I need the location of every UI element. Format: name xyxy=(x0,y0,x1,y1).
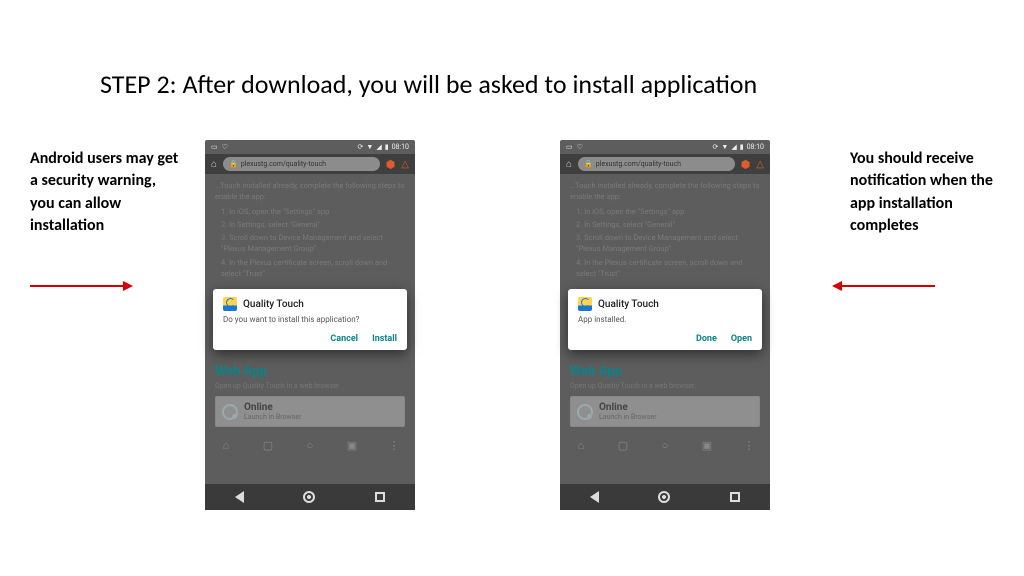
notification-icon: ▭ xyxy=(211,143,218,151)
tabs-icon[interactable]: ▣ xyxy=(345,439,359,452)
wifi-icon: ▼ xyxy=(366,143,373,151)
sync-icon: ⟳ xyxy=(358,143,364,151)
browser-toolbar: ⌂ 🔒 plexustg.com/quality-touch ⬢ △ xyxy=(205,154,415,174)
back-icon[interactable] xyxy=(235,491,244,503)
dialog-message: App installed. xyxy=(578,315,752,324)
heart-icon: ♡ xyxy=(222,143,228,151)
lock-icon: 🔒 xyxy=(229,160,238,168)
back-icon[interactable] xyxy=(590,491,599,503)
app-icon xyxy=(223,297,237,311)
background-lead-text: …Touch installed already, complete the f… xyxy=(215,180,405,203)
online-logo-icon xyxy=(222,404,238,420)
app-icon xyxy=(578,297,592,311)
bookmark-icon[interactable]: ▢ xyxy=(261,439,275,452)
online-logo-icon xyxy=(577,404,593,420)
step-item: Scroll down to Device Management and sel… xyxy=(221,232,405,255)
step-item: In iOS, open the "Settings" app xyxy=(576,206,760,217)
webapp-subtext: Open up Quality Touch in a web browser. xyxy=(570,382,760,390)
launch-label: Launch in Browser xyxy=(244,413,301,421)
screenshot-install-prompt: ▭ ♡ ⟳ ▼ ◢ ▮ 08:10 ⌂ 🔒 plexustg.com/quali… xyxy=(205,140,415,510)
android-nav-bar xyxy=(560,484,770,510)
url-bar[interactable]: 🔒 plexustg.com/quality-touch xyxy=(223,157,380,171)
install-button[interactable]: Install xyxy=(372,334,397,344)
online-label: Online xyxy=(244,402,301,413)
recents-icon[interactable] xyxy=(730,492,740,502)
step-item: In Settings, select "General" xyxy=(221,219,405,230)
dialog-title: Quality Touch xyxy=(243,299,304,310)
launch-label: Launch in Browser xyxy=(599,413,656,421)
webapp-subtext: Open up Quality Touch in a web browser. xyxy=(215,382,405,390)
background-page-content: …Touch installed already, complete the f… xyxy=(560,174,770,285)
installed-dialog: Quality Touch App installed. Done Open xyxy=(568,289,762,350)
status-bar: ▭ ♡ ⟳ ▼ ◢ ▮ 08:10 xyxy=(560,140,770,154)
screenshot-install-complete: ▭ ♡ ⟳ ▼ ◢ ▮ 08:10 ⌂ 🔒 plexustg.com/quali… xyxy=(560,140,770,510)
home-icon[interactable]: ⌂ xyxy=(211,159,217,170)
step-item: In the Plexus certificate screen, scroll… xyxy=(576,257,760,280)
home-nav-icon[interactable] xyxy=(658,491,670,503)
heart-icon: ♡ xyxy=(577,143,583,151)
web-app-section: Web App Open up Quality Touch in a web b… xyxy=(560,364,770,427)
open-button[interactable]: Open xyxy=(731,334,752,344)
arrow-left-icon xyxy=(840,285,935,287)
launch-browser-button[interactable]: Online Launch in Browser xyxy=(215,396,405,427)
caption-right: You should receive notification when the… xyxy=(850,148,1000,238)
online-label: Online xyxy=(599,402,656,413)
warning-icon[interactable]: △ xyxy=(756,159,764,170)
search-icon[interactable]: ○ xyxy=(658,439,672,452)
url-text: plexustg.com/quality-touch xyxy=(241,160,326,168)
url-bar[interactable]: 🔒 plexustg.com/quality-touch xyxy=(578,157,735,171)
step-item: In the Plexus certificate screen, scroll… xyxy=(221,257,405,280)
background-page-content: …Touch installed already, complete the f… xyxy=(205,174,415,285)
dialog-message: Do you want to install this application? xyxy=(223,315,397,324)
lock-icon: 🔒 xyxy=(584,160,593,168)
status-bar: ▭ ♡ ⟳ ▼ ◢ ▮ 08:10 xyxy=(205,140,415,154)
tabs-icon[interactable]: ▣ xyxy=(700,439,714,452)
recents-icon[interactable] xyxy=(375,492,385,502)
clock-text: 08:10 xyxy=(747,143,764,151)
signal-icon: ◢ xyxy=(376,143,381,151)
caption-left: Android users may get a security warning… xyxy=(30,148,180,238)
page-title: STEP 2: After download, you will be aske… xyxy=(100,68,757,100)
menu-icon[interactable]: ⋮ xyxy=(742,439,756,452)
url-text: plexustg.com/quality-touch xyxy=(596,160,681,168)
background-lead-text: …Touch installed already, complete the f… xyxy=(570,180,760,203)
battery-icon: ▮ xyxy=(385,143,389,151)
home-nav-icon[interactable] xyxy=(303,491,315,503)
clock-text: 08:10 xyxy=(392,143,409,151)
bottom-icon-row: ⌂ ▢ ○ ▣ ⋮ xyxy=(205,433,415,457)
shield-icon[interactable]: ⬢ xyxy=(386,158,396,171)
search-icon[interactable]: ○ xyxy=(303,439,317,452)
step-item: Scroll down to Device Management and sel… xyxy=(576,232,760,255)
launch-browser-button[interactable]: Online Launch in Browser xyxy=(570,396,760,427)
battery-icon: ▮ xyxy=(740,143,744,151)
webapp-heading: Web App xyxy=(215,364,405,379)
dialog-title: Quality Touch xyxy=(598,299,659,310)
bookmark-icon[interactable]: ▢ xyxy=(616,439,630,452)
bottom-icon-row: ⌂ ▢ ○ ▣ ⋮ xyxy=(560,433,770,457)
webapp-heading: Web App xyxy=(570,364,760,379)
home-outline-icon[interactable]: ⌂ xyxy=(219,439,233,452)
wifi-icon: ▼ xyxy=(721,143,728,151)
browser-toolbar: ⌂ 🔒 plexustg.com/quality-touch ⬢ △ xyxy=(560,154,770,174)
menu-icon[interactable]: ⋮ xyxy=(387,439,401,452)
signal-icon: ◢ xyxy=(731,143,736,151)
home-icon[interactable]: ⌂ xyxy=(566,159,572,170)
home-outline-icon[interactable]: ⌂ xyxy=(574,439,588,452)
notification-icon: ▭ xyxy=(566,143,573,151)
step-item: In iOS, open the "Settings" app xyxy=(221,206,405,217)
sync-icon: ⟳ xyxy=(713,143,719,151)
done-button[interactable]: Done xyxy=(696,334,717,344)
web-app-section: Web App Open up Quality Touch in a web b… xyxy=(205,364,415,427)
arrow-right-icon xyxy=(30,285,125,287)
android-nav-bar xyxy=(205,484,415,510)
shield-icon[interactable]: ⬢ xyxy=(741,158,751,171)
step-item: In Settings, select "General" xyxy=(576,219,760,230)
cancel-button[interactable]: Cancel xyxy=(330,334,358,344)
install-dialog: Quality Touch Do you want to install thi… xyxy=(213,289,407,350)
warning-icon[interactable]: △ xyxy=(401,159,409,170)
